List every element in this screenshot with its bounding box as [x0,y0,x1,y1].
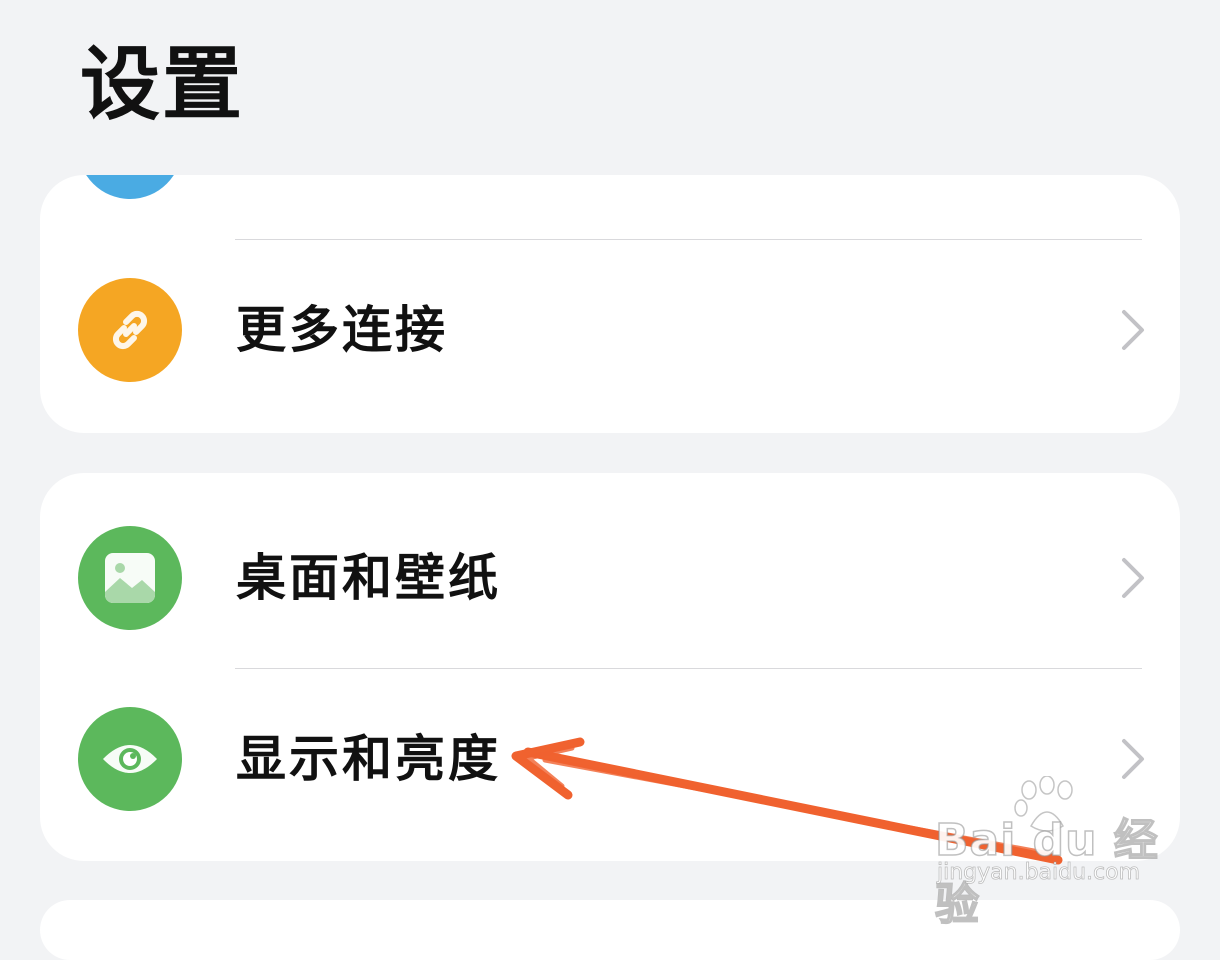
row-divider [235,239,1142,240]
link-icon [78,278,182,382]
settings-item-desktop-wallpaper[interactable]: 桌面和壁纸 [40,513,1180,643]
page-title: 设置 [80,38,244,131]
partial-blue-icon[interactable] [78,175,182,199]
chevron-right-icon [1122,739,1144,779]
chevron-right-icon [1122,310,1144,350]
wallpaper-icon [78,526,182,630]
row-divider [235,668,1142,669]
settings-item-more-connections[interactable]: 更多连接 [40,265,1180,395]
eye-icon [78,707,182,811]
settings-group-next [40,900,1180,960]
settings-item-label: 显示和亮度 [236,730,501,788]
settings-item-label: 桌面和壁纸 [236,549,501,607]
watermark-url: jingyan.baidu.com [937,860,1141,886]
settings-group-connections: 更多连接 [40,175,1180,433]
chevron-right-icon [1122,558,1144,598]
settings-item-display-brightness[interactable]: 显示和亮度 [40,694,1180,824]
settings-item-label: 更多连接 [236,301,448,359]
settings-group-display: 桌面和壁纸 显示和亮度 [40,473,1180,861]
